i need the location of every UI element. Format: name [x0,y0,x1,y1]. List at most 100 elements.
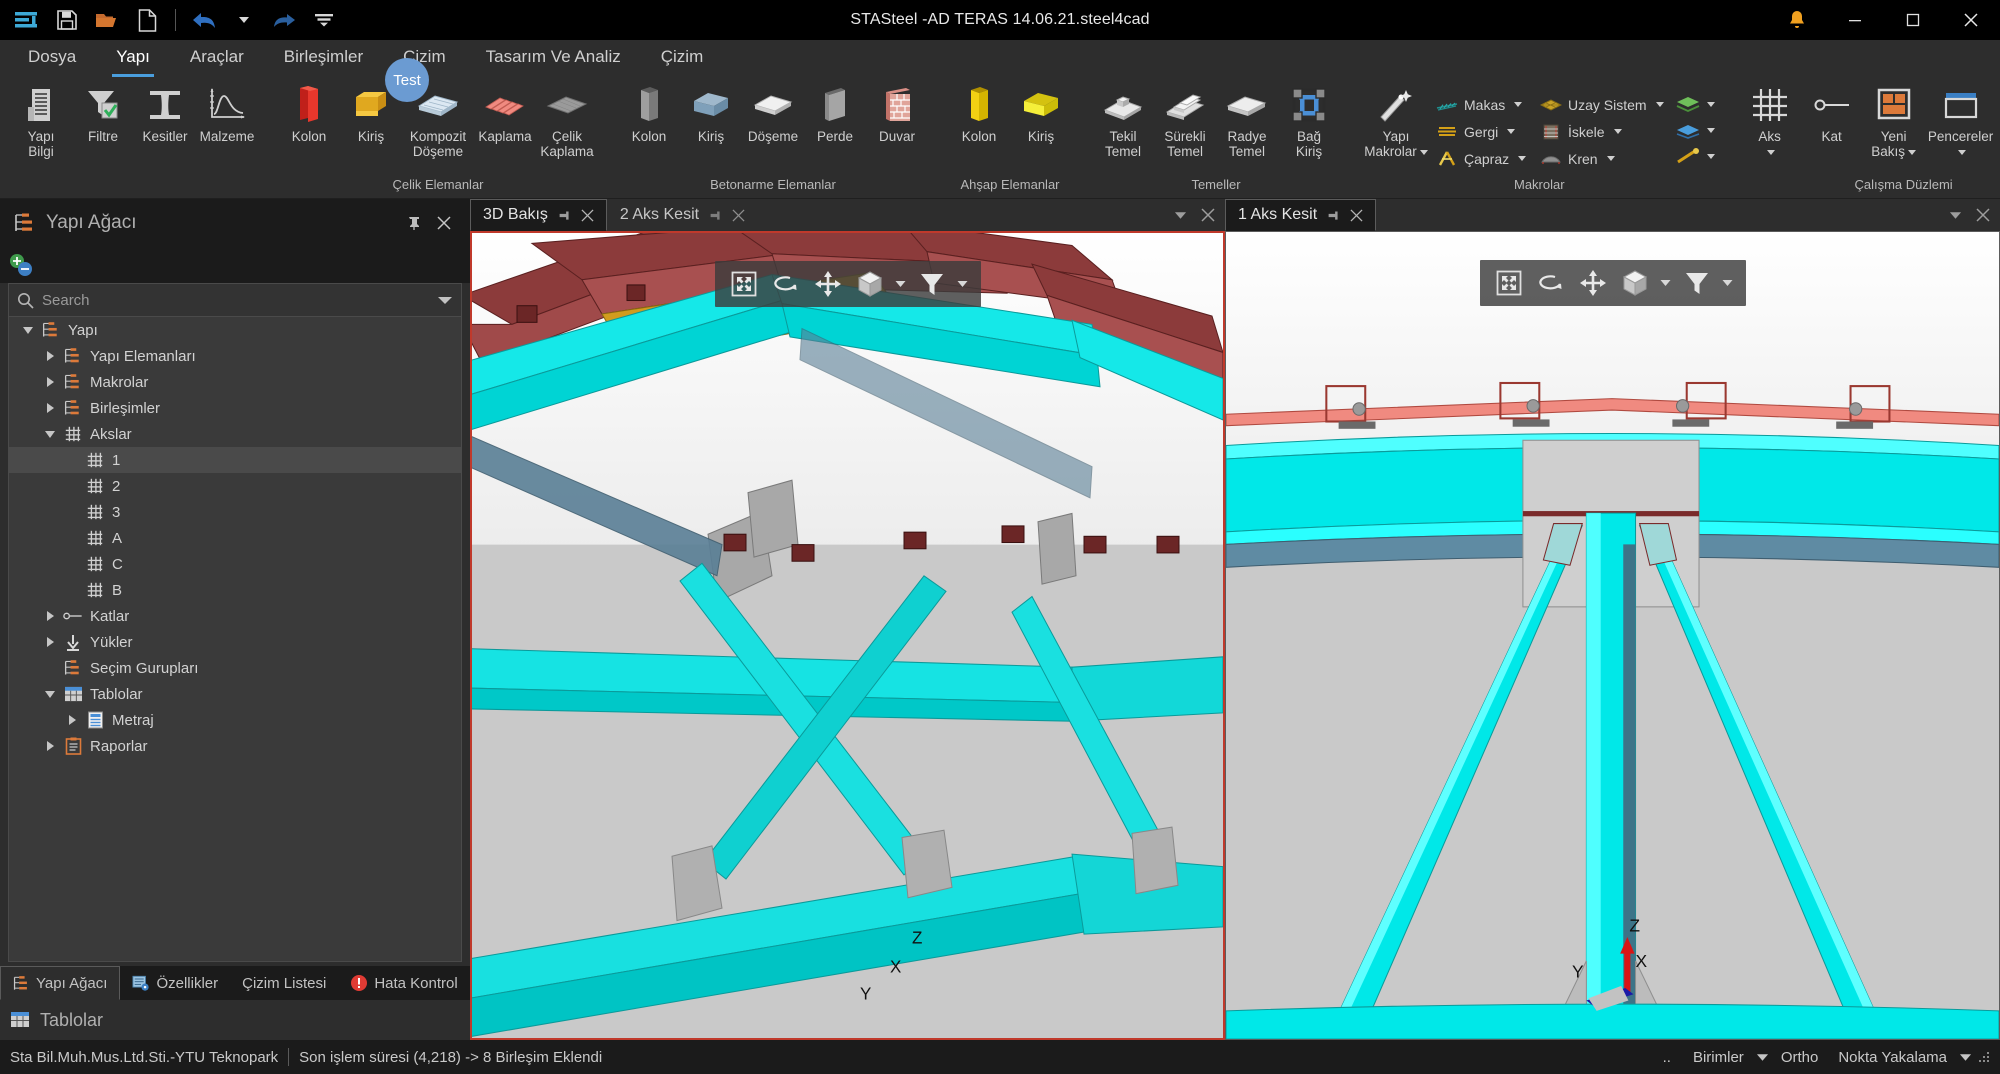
ribbon-bag-kiris-button[interactable]: BağKiriş [1278,79,1340,159]
macro-uzay-sistem-button[interactable]: Uzay Sistem [1536,93,1671,117]
ribbon-kesitler-button[interactable]: Kesitler [134,79,196,144]
fit-to-screen-icon[interactable] [1490,264,1528,302]
chevron-down-icon[interactable] [1707,154,1715,159]
expander-arrow[interactable] [69,715,76,725]
ribbon-perde-button[interactable]: Perde [804,79,866,144]
expander-arrow[interactable] [47,377,54,387]
render-style-cube-icon[interactable] [1616,264,1654,302]
pan-move-icon[interactable] [1574,264,1612,302]
ribbon-steel-kolon-button[interactable]: Kolon [278,79,340,144]
tree-item-katlar[interactable]: Katlar [9,603,461,629]
menu-yapi[interactable]: Yapı [96,43,170,71]
tree-item-1[interactable]: 1 [9,447,461,473]
new-file-icon[interactable] [128,3,166,37]
close-icon[interactable] [1976,208,1990,222]
macro-layers-button[interactable] [1671,94,1719,116]
customize-qat-icon[interactable] [305,3,343,37]
undo-dropdown-icon[interactable] [225,3,263,37]
viewport-1-aks-kesit[interactable]: Z X Y [1225,231,2000,1040]
chevron-down-icon[interactable] [1707,102,1715,107]
tree-item-y-kler[interactable]: Yükler [9,629,461,655]
chevron-down-icon[interactable] [1707,128,1715,133]
tree-expander[interactable] [39,351,61,361]
ribbon-aks-button[interactable]: Aks [1739,79,1801,159]
dock-tab-cizim-listesi[interactable]: Çizim Listesi [230,966,338,1000]
expander-arrow[interactable] [47,403,54,413]
render-style-dropdown-icon[interactable] [1658,264,1674,302]
viewport-tab-2-aks-kesit[interactable]: 2 Aks Kesit [607,199,758,231]
chevron-down-icon[interactable] [1518,156,1526,161]
tree-expander[interactable] [39,431,61,438]
tree-expander[interactable] [39,611,61,621]
tree-expander[interactable] [39,403,61,413]
ribbon-filtre-button[interactable]: Filtre [72,79,134,144]
macro-kren-button[interactable]: Kren [1536,147,1640,171]
close-icon[interactable] [1201,208,1215,222]
close-icon[interactable] [732,209,745,222]
filter-dropdown-icon[interactable] [955,265,971,303]
chevron-down-icon[interactable] [1767,150,1775,155]
pin-icon[interactable] [406,215,422,231]
tree-item-birle-imler[interactable]: Birleşimler [9,395,461,421]
user-avatar[interactable]: Test [385,58,429,102]
viewport-tab-3d-bakis[interactable]: 3D Bakış [470,199,607,231]
ribbon-yeni-bakis-button[interactable]: YeniBakış [1863,79,1925,159]
dock-tab-yapi-agaci[interactable]: Yapı Ağacı [0,966,120,1000]
ribbon-kaplama-button[interactable]: Kaplama [474,79,536,144]
menu-araclar[interactable]: Araçlar [170,43,264,71]
fit-to-screen-icon[interactable] [725,265,763,303]
redo-icon[interactable] [265,3,303,37]
filter-icon[interactable] [1678,264,1716,302]
tree-expander[interactable] [61,715,83,725]
tree-expander[interactable] [39,741,61,751]
expander-arrow[interactable] [47,637,54,647]
dock-tab-hata-kontrol[interactable]: Hata Kontrol [338,966,469,1000]
ribbon-concrete-kolon-button[interactable]: Kolon [618,79,680,144]
viewport-tab-1-aks-kesit[interactable]: 1 Aks Kesit [1225,199,1376,231]
expander-arrow[interactable] [45,431,55,438]
ribbon-yapi-bilgi-button[interactable]: YapıBilgi [10,79,72,159]
macro-gergi-button[interactable]: Gergi [1432,120,1536,144]
tree-expander[interactable] [39,377,61,387]
close-icon[interactable] [581,209,594,222]
tree-item-yap-elemanlar-[interactable]: Yapı Elemanları [9,343,461,369]
tree-expander[interactable] [39,637,61,647]
chevron-down-icon[interactable] [1908,150,1916,155]
ribbon-yapi-makrolar-button[interactable]: YapıMakrolar [1360,79,1432,159]
tree-expander[interactable] [39,691,61,698]
expander-arrow[interactable] [47,351,54,361]
expander-arrow[interactable] [47,741,54,751]
macro-plates-button[interactable] [1671,120,1719,142]
ribbon-celik-kaplama-button[interactable]: ÇelikKaplama [536,79,598,159]
chevron-down-icon[interactable] [1174,211,1187,220]
chevron-down-icon[interactable] [1959,1053,1972,1062]
chevron-down-icon[interactable] [1614,129,1622,134]
ribbon-pencereler-button[interactable]: Pencereler [1925,79,1997,159]
expand-collapse-icon[interactable] [8,252,38,278]
close-icon[interactable] [436,215,452,231]
close-button[interactable] [1942,0,2000,40]
expander-arrow[interactable] [47,611,54,621]
tree-item-b[interactable]: B [9,577,461,603]
filter-dropdown-icon[interactable] [1720,264,1736,302]
menu-dosya[interactable]: Dosya [8,43,96,71]
search-input[interactable] [34,292,437,309]
menu-tasarim-ve-analiz[interactable]: Tasarım Ve Analiz [466,43,641,71]
pin-icon[interactable] [1327,209,1340,222]
macro-iskele-button[interactable]: İskele [1536,120,1640,144]
tree-search-bar[interactable] [8,283,462,317]
status-ortho-button[interactable]: Ortho [1773,1047,1827,1068]
chevron-down-icon[interactable] [1514,102,1522,107]
minimize-button[interactable] [1826,0,1884,40]
chevron-down-icon[interactable] [1420,150,1428,155]
tree-item-metraj[interactable]: Metraj [9,707,461,733]
expander-arrow[interactable] [45,691,55,698]
status-snap-button[interactable]: Nokta Yakalama [1830,1047,1955,1068]
ribbon-malzeme-button[interactable]: Malzeme [196,79,258,144]
resize-grip-icon[interactable] [1976,1049,1992,1065]
render-style-dropdown-icon[interactable] [893,265,909,303]
chevron-down-icon[interactable] [1656,102,1664,107]
macro-capraz-button[interactable]: Çapraz [1432,147,1536,171]
tablolar-bar[interactable]: Tablolar [0,1000,470,1040]
structure-tree[interactable]: YapıYapı ElemanlarıMakrolarBirleşimlerAk… [8,317,462,962]
